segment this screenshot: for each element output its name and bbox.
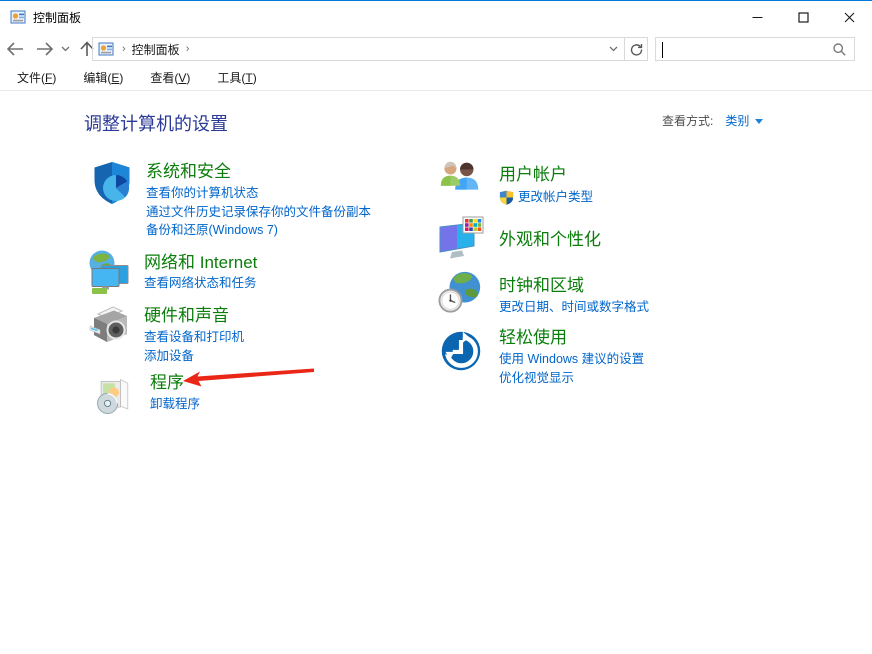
refresh-button[interactable] [624,37,647,61]
view-by-control: 查看方式: 类别 [662,112,763,129]
control-panel-icon [98,41,114,57]
task-link[interactable]: 更改帐户类型 [518,188,593,207]
menu-edit[interactable]: 编辑(E) [74,65,132,90]
category-title[interactable]: 轻松使用 [499,328,809,348]
uac-shield-icon [499,190,514,205]
category-title[interactable]: 硬件和声音 [144,306,454,326]
chevron-down-icon [609,46,618,52]
category-ease-of-access: 轻松使用 使用 Windows 建议的设置 优化视觉显示 [437,323,809,387]
navigation-toolbar: › 控制面板 › [0,32,872,65]
printer-icon[interactable] [86,301,134,349]
category-hardware-and-sound: 硬件和声音 查看设备和打印机 添加设备 [86,301,454,365]
close-icon [844,12,855,23]
view-by-value[interactable]: 类别 [725,112,749,129]
window-title: 控制面板 [33,9,81,26]
breadcrumb-chevron-icon[interactable]: › [180,43,196,55]
control-panel-window: 控制面板 [0,0,872,653]
chevron-down-icon[interactable] [755,119,763,124]
search-input[interactable] [656,38,817,60]
task-link[interactable]: 查看网络状态和任务 [144,274,454,293]
back-icon [6,42,24,56]
category-title[interactable]: 网络和 Internet [144,253,454,273]
task-link[interactable]: 查看设备和打印机 [144,328,454,347]
category-user-accounts: 用户帐户 更改帐户类型 [437,157,809,207]
category-appearance-personalization: 外观和个性化 [437,214,809,262]
red-arrow-annotation [182,365,316,389]
close-button[interactable] [826,2,872,32]
category-title[interactable]: 用户帐户 [499,165,809,185]
category-network-and-internet: 网络和 Internet 查看网络状态和任务 [86,249,454,297]
users-icon[interactable] [437,157,485,203]
minimize-icon [752,12,763,23]
control-panel-icon [10,9,26,25]
task-link[interactable]: 通过文件历史记录保存你的文件备份副本 [146,203,456,222]
address-bar[interactable]: › 控制面板 › [92,37,648,61]
task-link[interactable]: 添加设备 [144,347,454,366]
view-by-label: 查看方式: [662,112,713,129]
category-clock-and-region: 时钟和区域 更改日期、时间或数字格式 [437,269,809,317]
address-dropdown-button[interactable] [602,38,624,60]
ease-of-access-icon[interactable] [437,329,485,373]
back-button[interactable] [2,36,28,62]
task-link[interactable]: 使用 Windows 建议的设置 [499,350,809,369]
task-link[interactable]: 优化视觉显示 [499,369,809,388]
category-title[interactable]: 系统和安全 [146,162,456,182]
clock-globe-icon[interactable] [437,269,485,315]
text-caret [662,42,663,58]
breadcrumb-chevron-icon[interactable]: › [116,43,132,55]
category-system-and-security: 系统和安全 查看你的计算机状态 通过文件历史记录保存你的文件备份副本 备份和还原… [88,159,456,240]
search-box[interactable] [655,37,855,61]
minimize-button[interactable] [734,2,780,32]
task-link[interactable]: 查看你的计算机状态 [146,184,456,203]
breadcrumb-item-control-panel[interactable]: 控制面板 [132,41,180,58]
programs-icon[interactable] [90,375,138,419]
appearance-icon[interactable] [437,214,485,262]
forward-icon [36,42,54,56]
category-title[interactable]: 外观和个性化 [499,230,809,250]
maximize-button[interactable] [780,2,826,32]
search-icon[interactable] [833,43,846,56]
main-content: 调整计算机的设置 查看方式: 类别 系统和安全 查看你的计算机状态 通过文件历史… [0,91,872,654]
forward-button[interactable] [32,36,58,62]
shield-icon[interactable] [88,159,136,207]
network-icon[interactable] [86,249,134,297]
task-link[interactable]: 更改日期、时间或数字格式 [499,298,809,317]
breadcrumb[interactable]: › 控制面板 › [93,38,602,60]
menu-tools[interactable]: 工具(T) [208,65,265,90]
menu-file[interactable]: 文件(F) [8,65,65,90]
task-link[interactable]: 备份和还原(Windows 7) [146,221,456,240]
menu-view[interactable]: 查看(V) [141,65,199,90]
menubar: 文件(F) 编辑(E) 查看(V) 工具(T) [0,65,872,91]
recent-pages-button[interactable] [56,36,74,62]
task-link[interactable]: 卸载程序 [150,395,460,414]
maximize-icon [798,12,809,23]
category-title[interactable]: 时钟和区域 [499,276,809,296]
chevron-down-icon [61,46,70,52]
titlebar: 控制面板 [0,2,872,32]
refresh-icon [630,43,643,56]
page-title: 调整计算机的设置 [84,110,228,136]
